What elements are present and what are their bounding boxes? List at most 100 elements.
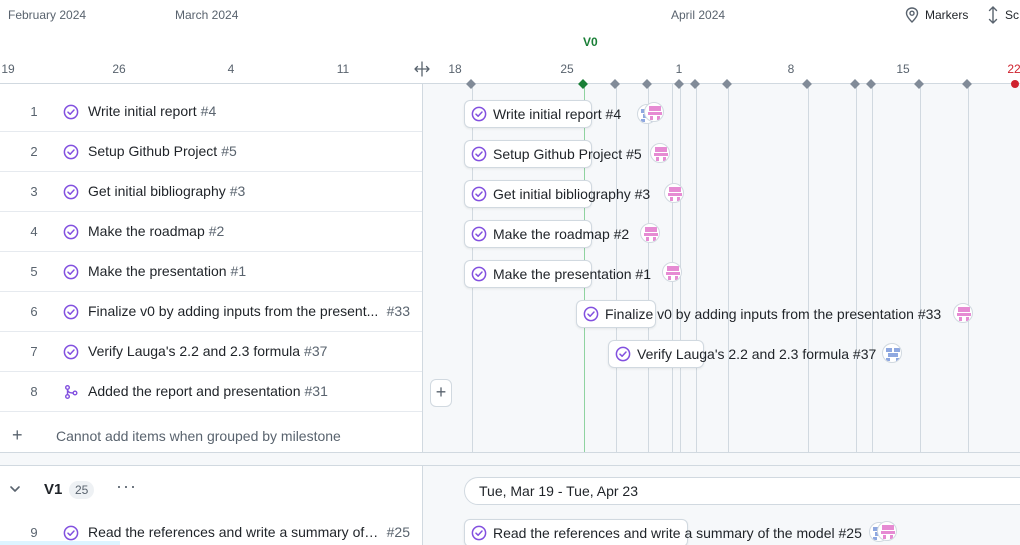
- table-row[interactable]: 5 Make the presentation #1: [0, 252, 422, 292]
- row-number: 4: [30, 224, 38, 239]
- issue-number: #33: [386, 303, 410, 319]
- selection-highlight: [0, 541, 120, 545]
- pr-number: #31: [304, 383, 328, 399]
- issue-number: #2: [208, 223, 225, 239]
- row-title[interactable]: Get initial bibliography #3: [88, 183, 245, 199]
- row-title-text: Setup Github Project: [88, 143, 218, 159]
- today-date-tick: 22: [1007, 62, 1020, 76]
- row-title-text: Get initial bibliography: [88, 183, 226, 199]
- date-tick: 19: [1, 62, 15, 76]
- timeline-bar[interactable]: [464, 220, 592, 248]
- date-tick: 1: [675, 62, 683, 76]
- avatar[interactable]: [877, 521, 897, 541]
- row-number: 2: [30, 144, 38, 159]
- markers-label: Markers: [925, 8, 969, 22]
- date-tick: 18: [448, 62, 462, 76]
- marker-line: [808, 84, 809, 452]
- avatar[interactable]: [664, 183, 684, 203]
- avatar[interactable]: [953, 303, 973, 323]
- group-more-button[interactable]: ···: [116, 476, 137, 497]
- chevron-down-icon[interactable]: [8, 482, 22, 496]
- marker-line: [968, 84, 969, 452]
- row-title[interactable]: Read the references and write a summary …: [88, 524, 380, 540]
- group-count-badge: 25: [69, 481, 95, 499]
- month-label: March 2024: [175, 8, 239, 22]
- row-title[interactable]: Finalize v0 by adding inputs from the pr…: [88, 303, 380, 319]
- timeline-bar[interactable]: [464, 260, 592, 288]
- milestone-date-range[interactable]: Tue, Mar 19 - Tue, Apr 23: [464, 477, 1020, 505]
- today-marker-dot: [1011, 80, 1019, 88]
- row-title[interactable]: Added the report and presentation #31: [88, 383, 328, 399]
- table-row[interactable]: 4 Make the roadmap #2: [0, 212, 422, 252]
- avatar[interactable]: [650, 143, 670, 163]
- row-title-text: Make the roadmap: [88, 223, 205, 239]
- table-row[interactable]: 1 Write initial report #4: [0, 92, 422, 132]
- marker-line: [920, 84, 921, 452]
- check-circle-icon: [63, 304, 79, 320]
- check-circle-icon: [63, 144, 79, 160]
- marker-line: [696, 84, 697, 452]
- timeline-bar[interactable]: [464, 140, 592, 168]
- row-title[interactable]: Verify Lauga's 2.2 and 2.3 formula #37: [88, 343, 327, 359]
- date-tick: 15: [896, 62, 910, 76]
- vertical-arrows-icon: [988, 6, 998, 24]
- milestone-group-header: V1 25 ···: [0, 466, 422, 514]
- row-title-text: Write initial report: [88, 103, 197, 119]
- row-title[interactable]: Setup Github Project #5: [88, 143, 237, 159]
- marker-line: [872, 84, 873, 452]
- marker-line: [616, 84, 617, 452]
- column-resize-handle[interactable]: [413, 60, 431, 78]
- timeline-bar[interactable]: [576, 300, 656, 328]
- avatar[interactable]: [640, 223, 660, 243]
- check-circle-icon: [63, 224, 79, 240]
- row-number: 1: [30, 104, 38, 119]
- issue-number: #1: [230, 263, 247, 279]
- row-title-text: Verify Lauga's 2.2 and 2.3 formula: [88, 343, 301, 359]
- sort-button[interactable]: Sc: [987, 6, 1019, 24]
- add-item-disabled-message: Cannot add items when grouped by milesto…: [56, 428, 341, 444]
- date-tick: 11: [336, 62, 350, 76]
- row-number: 6: [30, 304, 38, 319]
- marker-line: [856, 84, 857, 452]
- issue-number: #25: [386, 524, 410, 540]
- row-number: 8: [30, 384, 38, 399]
- timeline-bar[interactable]: [464, 519, 688, 545]
- row-title[interactable]: Make the presentation #1: [88, 263, 246, 279]
- table-row[interactable]: 7 Verify Lauga's 2.2 and 2.3 formula #37: [0, 332, 422, 372]
- issue-number: #37: [304, 343, 328, 359]
- date-tick: 4: [227, 62, 235, 76]
- group-name: V1: [44, 481, 63, 498]
- table-row[interactable]: 6 Finalize v0 by adding inputs from the …: [0, 292, 422, 332]
- timeline-bar[interactable]: [608, 340, 704, 368]
- row-number: 9: [30, 525, 38, 540]
- check-circle-icon: [63, 525, 79, 541]
- marker-line: [728, 84, 729, 452]
- add-item-button[interactable]: +: [430, 379, 452, 407]
- marker-line: [648, 84, 649, 452]
- issue-number: #5: [221, 143, 237, 159]
- avatar[interactable]: [644, 102, 664, 122]
- roadmap-view: February 2024 March 2024 April 2024 V0 M…: [0, 0, 1020, 545]
- merged-pr-icon: [65, 385, 78, 399]
- table-row[interactable]: 2 Setup Github Project #5: [0, 132, 422, 172]
- row-title-text: Make the presentation: [88, 263, 227, 279]
- table-row[interactable]: 3 Get initial bibliography #3: [0, 172, 422, 212]
- date-tick: 8: [787, 62, 795, 76]
- row-title[interactable]: Make the roadmap #2: [88, 223, 224, 239]
- plus-icon: +: [12, 425, 23, 445]
- timeline-bar[interactable]: [464, 180, 592, 208]
- table-row[interactable]: 8 Added the report and presentation #31: [0, 372, 422, 412]
- row-number: 3: [30, 184, 38, 199]
- location-pin-icon: [905, 7, 919, 23]
- avatar[interactable]: [662, 262, 682, 282]
- date-tick: 26: [112, 62, 126, 76]
- milestone-v0-label: V0: [583, 35, 598, 49]
- timeline-bar[interactable]: [464, 100, 592, 128]
- markers-button[interactable]: Markers: [905, 6, 968, 24]
- avatar[interactable]: [882, 343, 902, 363]
- row-number: 7: [30, 344, 38, 359]
- check-circle-icon: [63, 104, 79, 120]
- row-title[interactable]: Write initial report #4: [88, 103, 216, 119]
- month-label: February 2024: [8, 8, 87, 22]
- check-circle-icon: [63, 344, 79, 360]
